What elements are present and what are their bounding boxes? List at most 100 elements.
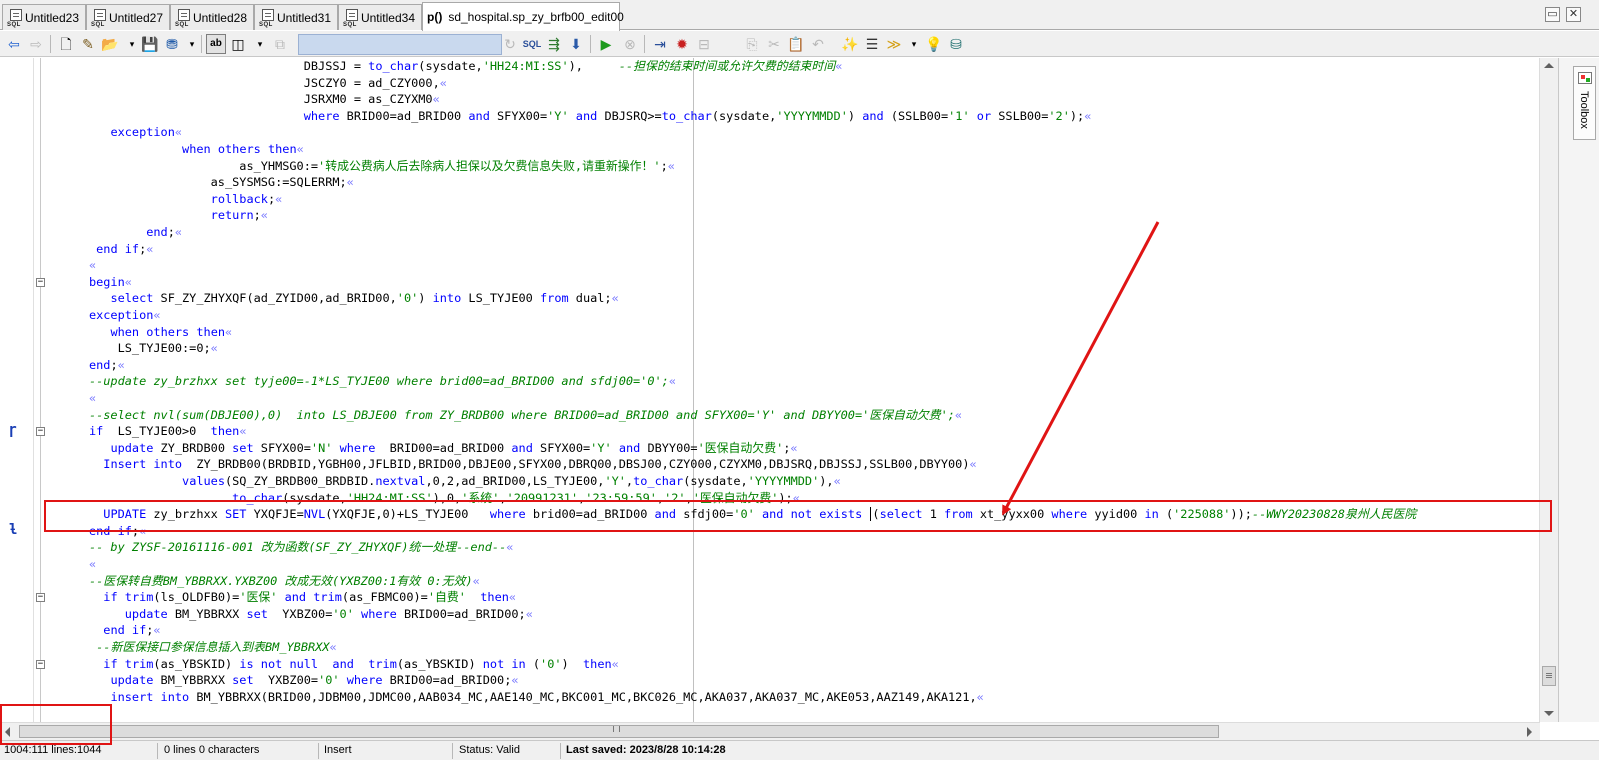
code-line[interactable]: --医保转自费BM_YBBRXX.YXBZ00 改成无效(YXBZ00:1有效 … — [46, 573, 480, 590]
sql-window-icon[interactable]: SQL — [522, 34, 542, 54]
breakpoint-icon[interactable]: ⊟ — [694, 34, 714, 54]
new-file-icon[interactable]: 🗋 — [56, 34, 76, 54]
code-token: then — [210, 424, 240, 439]
tab-untitled31[interactable]: SQL Untitled31 — [254, 4, 338, 30]
code-line[interactable]: « — [46, 390, 96, 407]
undo-icon[interactable]: ↶ — [808, 34, 828, 54]
tab-untitled28[interactable]: SQL Untitled28 — [170, 4, 254, 30]
toolbox-tab[interactable]: Toolbox — [1573, 66, 1596, 140]
open-folder-icon[interactable]: 📂 — [100, 34, 120, 54]
code-line[interactable]: -- by ZYSF-20161116-001 改为函数(SF_ZY_ZHYXQ… — [46, 539, 513, 556]
debug-icon[interactable]: ✹ — [672, 34, 692, 54]
code-line[interactable]: exception« — [46, 124, 182, 141]
format-icon[interactable]: ⧉ — [270, 34, 290, 54]
code-line[interactable]: --update zy_brzhxx set tyje00=-1*LS_TYJE… — [46, 373, 676, 390]
code-line[interactable]: --select nvl(sum(DBJE00),0) into LS_DBJE… — [46, 407, 962, 424]
fold-toggle-icon[interactable]: − — [36, 659, 45, 669]
code-line[interactable]: select SF_ZY_ZHYXQF(ad_ZYID00,ad_BRID00,… — [46, 290, 618, 307]
code-line[interactable]: if LS_TYJE00>0 then« — [46, 423, 247, 440]
code-token: BM_YBBRXX — [153, 673, 233, 688]
gutter-marker-icon[interactable]: ɼ — [9, 422, 17, 438]
code-token: set — [232, 440, 254, 455]
split-dropdown-icon[interactable]: ▾ — [250, 34, 270, 54]
code-token: trim — [368, 656, 397, 671]
code-line[interactable]: end;« — [46, 357, 125, 374]
comment-block-icon[interactable]: ☰ — [862, 34, 882, 54]
scroll-right-icon[interactable] — [1527, 727, 1532, 737]
code-line[interactable]: insert into BM_YBBRXX(BRID00,JDBM00,JDMC… — [46, 689, 983, 706]
compile-icon[interactable]: ⬇ — [566, 34, 586, 54]
paste-icon[interactable]: 📋 — [786, 34, 806, 54]
step-icon[interactable]: ⇥ — [650, 34, 670, 54]
code-line[interactable]: where BRID00=ad_BRID00 and SFYX00='Y' an… — [46, 108, 1092, 125]
split-view-icon[interactable]: ◫ — [228, 34, 248, 54]
text-mode-toggle-icon[interactable]: ab — [206, 34, 226, 54]
code-line[interactable]: JSCZY0 = ad_CZY000,« — [46, 75, 447, 92]
save-all-icon[interactable]: ⛃ — [162, 34, 182, 54]
code-line[interactable]: as_YHMSG0:='转成公费病人后去除病人担保以及欠费信息失败,请重新操作！… — [46, 158, 675, 175]
open-dropdown-icon[interactable]: ▾ — [122, 34, 142, 54]
code-line[interactable]: values(SQ_ZY_BRDB00_BRDBID.nextval,0,2,a… — [46, 473, 841, 490]
code-line[interactable]: when others then« — [46, 324, 232, 341]
code-line[interactable]: if trim(ls_OLDFB0)='医保' and trim(as_FBMC… — [46, 589, 516, 606]
code-line[interactable]: end;« — [46, 224, 182, 241]
cut-icon[interactable]: ✂ — [764, 34, 784, 54]
templates-icon[interactable]: ⛁ — [946, 34, 966, 54]
tab-untitled34[interactable]: SQL Untitled34 — [338, 4, 422, 30]
close-icon[interactable]: ✕ — [1566, 7, 1581, 22]
fold-toggle-icon[interactable]: − — [36, 277, 45, 287]
tab-untitled27[interactable]: SQL Untitled27 — [86, 4, 170, 30]
vertical-scrollbar[interactable] — [1539, 58, 1558, 722]
scroll-down-icon[interactable] — [1544, 711, 1554, 716]
horizontal-scrollbar[interactable] — [0, 722, 1540, 740]
code-line[interactable]: as_SYSMSG:=SQLERRM;« — [46, 174, 354, 191]
code-line[interactable]: if trim(as_YBSKID) is not null and trim(… — [46, 656, 619, 673]
vertical-scroll-thumb[interactable] — [1542, 666, 1556, 686]
save-dropdown-icon[interactable]: ▾ — [182, 34, 202, 54]
code-line[interactable]: update BM_YBBRXX set YXBZ00='0' where BR… — [46, 672, 518, 689]
explain-plan-icon[interactable]: ⇶ — [544, 34, 564, 54]
save-icon[interactable]: 💾 — [140, 34, 160, 54]
scroll-up-icon[interactable] — [1544, 63, 1554, 68]
code-line[interactable]: Insert into ZY_BRDB00(BRDBID,YGBH00,JFLB… — [46, 456, 976, 473]
fold-toggle-icon[interactable]: − — [36, 427, 45, 437]
code-line[interactable]: update ZY_BRDB00 set SFYX00='N' where BR… — [46, 440, 797, 457]
code-token: return — [210, 208, 254, 223]
bookmark-icon[interactable]: ≫ — [884, 34, 904, 54]
back-arrow-icon[interactable]: ⇦ — [4, 34, 24, 54]
code-token: when — [110, 324, 140, 339]
forward-arrow-icon[interactable]: ⇨ — [26, 34, 46, 54]
code-line[interactable]: rollback;« — [46, 191, 283, 208]
code-line[interactable]: return;« — [46, 207, 268, 224]
connection-selector[interactable] — [298, 34, 502, 55]
refresh-icon[interactable]: ↻ — [500, 34, 520, 54]
code-editor[interactable]: ɼ ƚ DBJSSJ = to_char(sysdate,'HH24:MI:SS'… — [0, 58, 1558, 722]
new-from-template-icon[interactable]: ✎ — [78, 34, 98, 54]
code-line[interactable]: --新医保接口参保信息插入到表BM_YBBRXX« — [46, 639, 337, 656]
bookmark-dropdown-icon[interactable]: ▾ — [904, 34, 924, 54]
help-icon[interactable]: 💡 — [924, 34, 944, 54]
stop-icon[interactable]: ⊗ — [620, 34, 640, 54]
code-line[interactable]: end if;« — [46, 241, 153, 258]
execute-icon[interactable]: ▶ — [596, 34, 616, 54]
code-line[interactable]: « — [46, 556, 96, 573]
gutter-marker-icon[interactable]: ƚ — [9, 522, 17, 538]
code-token: ) — [561, 656, 584, 671]
code-line[interactable]: « — [46, 257, 96, 274]
code-line[interactable]: update BM_YBBRXX set YXBZ00='0' where BR… — [46, 606, 533, 623]
beautify-icon[interactable]: ✨ — [840, 34, 860, 54]
tab-sd-hospital-procedure[interactable]: p() sd_hospital.sp_zy_brfb00_edit00 — [422, 2, 624, 31]
code-line[interactable]: when others then« — [46, 141, 304, 158]
code-line[interactable]: DBJSSJ = to_char(sysdate,'HH24:MI:SS'), … — [46, 58, 843, 75]
code-line[interactable]: LS_TYJE00:=0;« — [46, 340, 218, 357]
restore-icon[interactable]: ▭ — [1545, 7, 1560, 22]
tab-untitled23[interactable]: SQL Untitled23 — [2, 4, 86, 30]
code-line[interactable]: exception« — [46, 307, 161, 324]
code-line[interactable]: begin« — [46, 274, 132, 291]
copy-icon[interactable]: ⎘ — [742, 34, 762, 54]
code-line[interactable]: end if;« — [46, 622, 160, 639]
fold-toggle-icon[interactable]: − — [36, 593, 45, 603]
code-line[interactable]: JSRXM0 = as_CZYXM0« — [46, 91, 440, 108]
